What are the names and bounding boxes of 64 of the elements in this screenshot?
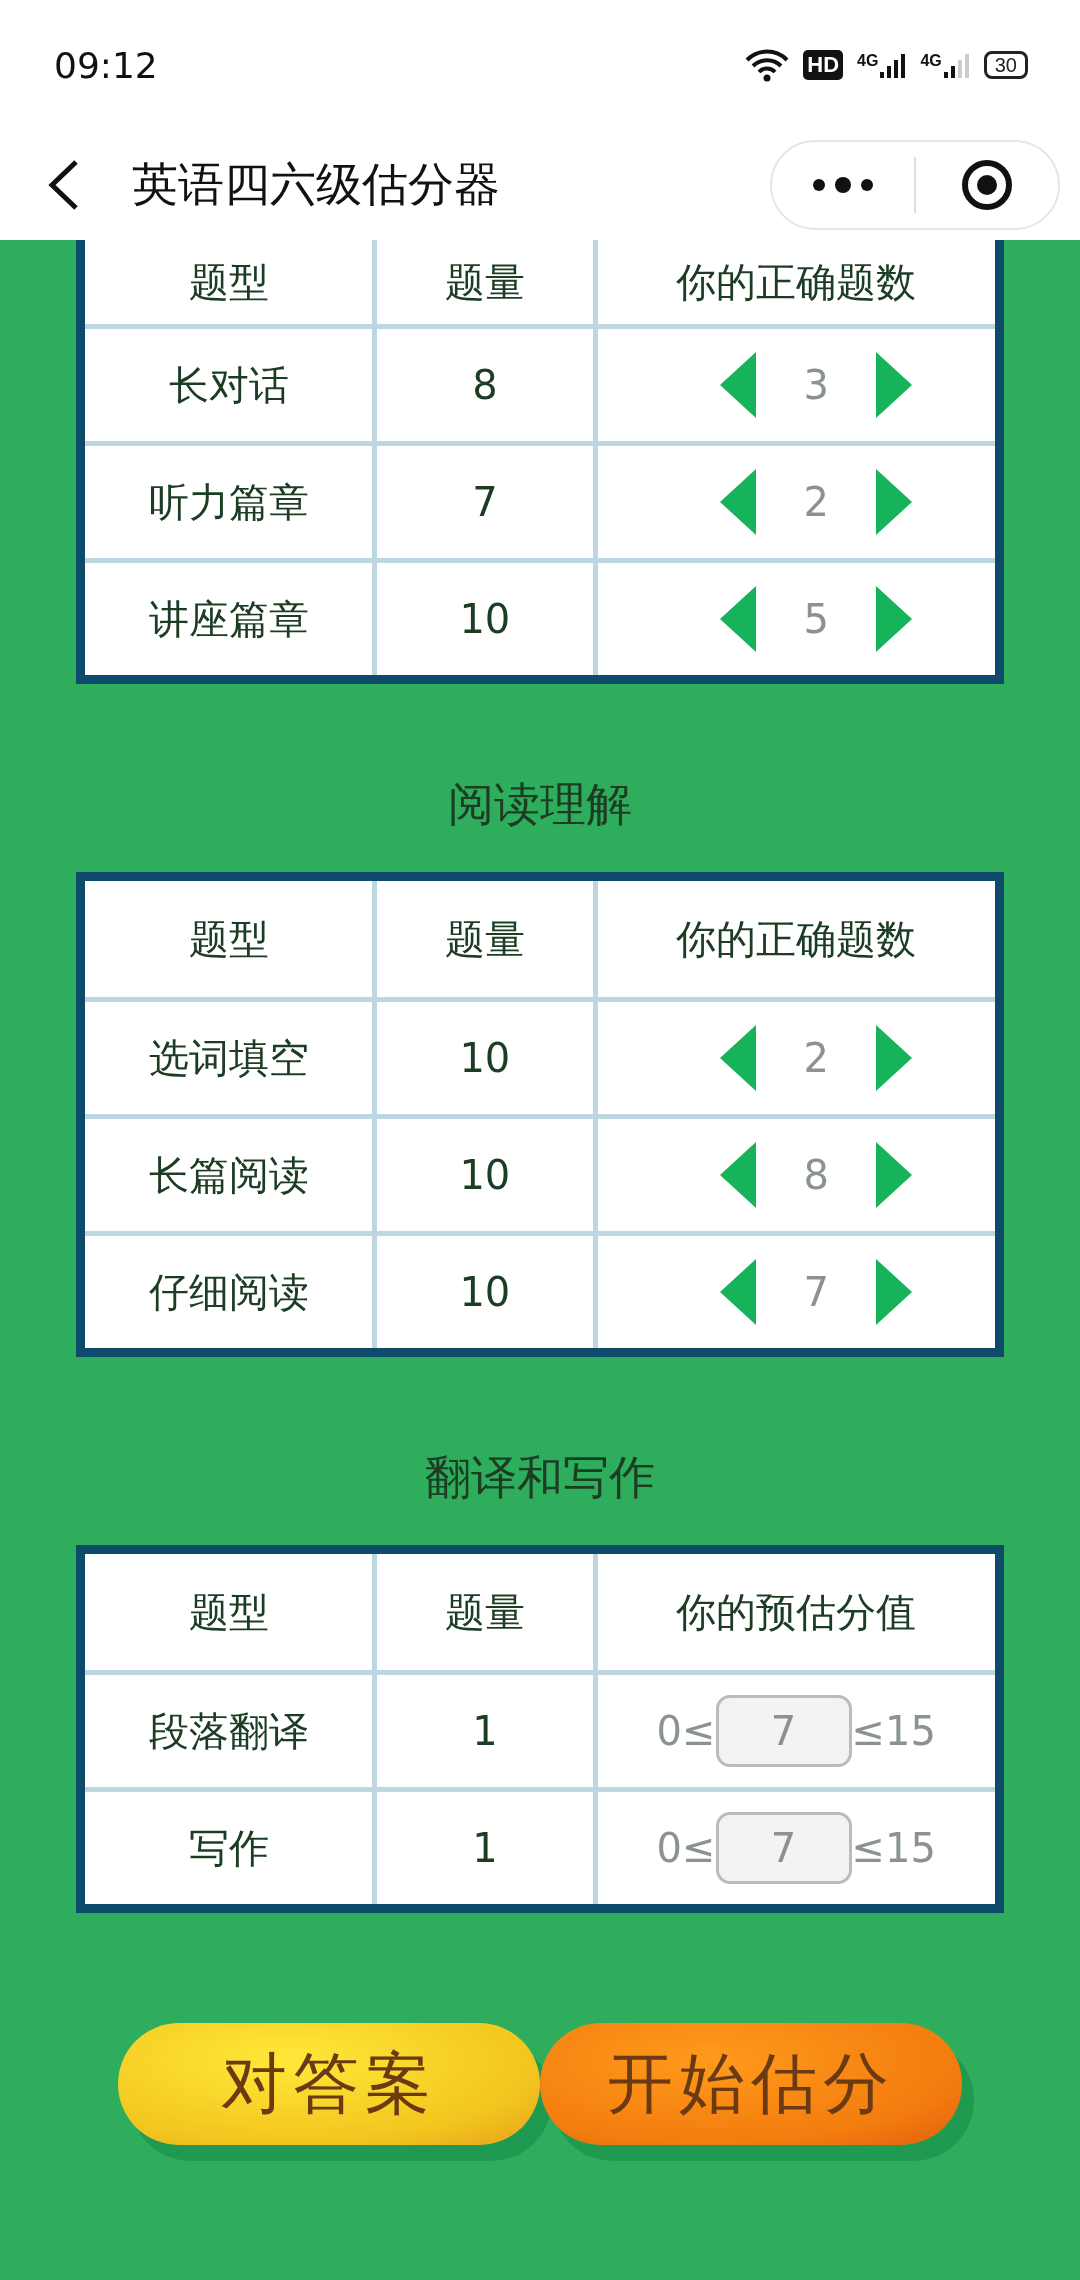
hd-badge: HD [803,50,844,80]
score-field[interactable]: 7 [715,1812,852,1884]
increment-button[interactable] [876,586,913,652]
column-header: 题型 [80,240,375,327]
decrement-button[interactable] [720,586,757,652]
section-title: 阅读理解 [447,776,633,833]
table-cell: 10 [374,1116,596,1234]
signal-icon [943,52,970,78]
max-label: ≤15 [851,1708,936,1754]
left-triangle-icon [720,469,757,535]
target-icon [960,158,1014,212]
answer-count: 5 [802,596,831,642]
table-cell: 10 [374,999,596,1117]
left-triangle-icon [720,1025,757,1091]
right-triangle-icon [876,469,913,535]
table-cell: 讲座篇章 [80,560,375,680]
right-triangle-icon [876,1142,913,1208]
right-triangle-icon [876,1259,913,1325]
decrement-button[interactable] [720,469,757,535]
table-cell: 1 [374,1672,596,1790]
status-time: 09:12 [54,44,158,86]
answer-count: 3 [802,362,831,408]
answer-count: 2 [802,1035,831,1081]
left-triangle-icon [720,1142,757,1208]
table-cell: 8 [374,326,596,444]
increment-button[interactable] [876,1259,913,1325]
increment-button[interactable] [876,352,913,418]
min-label: 0≤ [656,1708,716,1754]
decrement-button[interactable] [720,1142,757,1208]
left-triangle-icon [720,586,757,652]
column-header: 题型 [80,876,375,1000]
column-header: 题型 [80,1549,375,1673]
table-cell: 写作 [80,1789,375,1909]
answer-count: 7 [802,1269,831,1315]
increment-button[interactable] [876,1025,913,1091]
table-cell: 仔细阅读 [80,1233,375,1353]
more-icon [811,177,875,193]
column-header: 题量 [374,240,596,327]
column-header: 你的正确题数 [595,240,1000,327]
increment-button[interactable] [876,1142,913,1208]
increment-button[interactable] [876,469,913,535]
wifi-icon [745,48,790,82]
decrement-button[interactable] [720,1259,757,1325]
max-label: ≤15 [851,1825,936,1871]
network-label: 4G [920,52,942,70]
page-title: 英语四六级估分器 [132,156,501,213]
table-cell: 7 [374,443,596,561]
right-triangle-icon [876,352,913,418]
score-field[interactable]: 7 [715,1695,852,1767]
right-triangle-icon [876,1025,913,1091]
battery-icon: 30 [983,51,1028,79]
decrement-button[interactable] [720,1025,757,1091]
network-label: 4G [857,52,879,70]
decrement-button[interactable] [720,352,757,418]
answer-count: 8 [802,1152,831,1198]
left-triangle-icon [720,352,757,418]
left-triangle-icon [720,1259,757,1325]
column-header: 你的预估分值 [595,1549,1000,1673]
column-header: 你的正确题数 [595,876,1000,1000]
section-title: 翻译和写作 [424,1449,656,1506]
signal-icon [880,52,907,78]
right-triangle-icon [876,586,913,652]
min-label: 0≤ [656,1825,716,1871]
answer-count: 2 [802,479,831,525]
